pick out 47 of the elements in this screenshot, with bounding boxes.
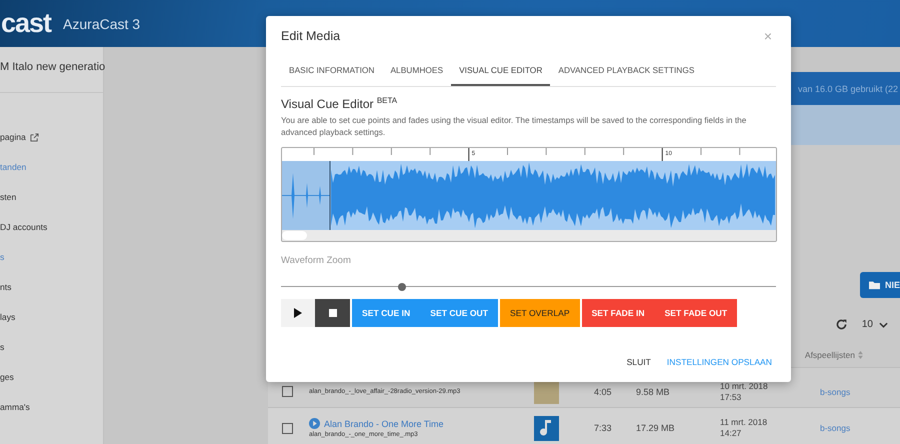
cue-action-button[interactable]: SET FADE OUT	[654, 299, 738, 327]
folder-icon	[869, 280, 880, 290]
waveform-zoom-label: Waveform Zoom	[281, 255, 352, 266]
chevron-down-icon	[879, 322, 888, 328]
cue-action-button[interactable]: SET OVERLAP	[500, 299, 580, 327]
section-heading: Visual Cue Editor $^{BETA}$	[281, 96, 398, 111]
horizontal-scrollbar[interactable]	[282, 230, 776, 241]
row-checkbox[interactable]	[282, 386, 293, 397]
sort-icon	[858, 350, 863, 358]
refresh-icon[interactable]	[834, 318, 848, 331]
tab[interactable]: VISUAL CUE EDITOR	[451, 56, 550, 86]
zoom-slider-thumb[interactable]	[398, 282, 406, 290]
stop-icon	[328, 309, 336, 317]
dialog-title: Edit Media	[281, 29, 340, 43]
external-link-icon	[30, 133, 39, 142]
play-button[interactable]	[281, 299, 315, 327]
logo-text: cast	[0, 8, 52, 39]
duration-text: 7:33	[594, 423, 613, 433]
dialog-footer-button[interactable]: SLUIT	[622, 353, 655, 371]
sidebar-item[interactable]: s	[0, 341, 103, 371]
sidebar-item[interactable]: ges	[0, 371, 103, 401]
sidebar-item[interactable]: DJ accounts	[0, 221, 103, 251]
play-circle-icon[interactable]	[309, 418, 320, 429]
station-name: M Italo new generatio	[0, 60, 106, 74]
cue-action-button[interactable]: SET FADE IN	[582, 299, 655, 327]
tab[interactable]: ADVANCED PLAYBACK SETTINGS	[550, 56, 702, 86]
row-checkbox[interactable]	[282, 422, 293, 434]
per-page-dropdown[interactable]: 10	[862, 319, 888, 330]
tab[interactable]: BASIC INFORMATION	[281, 56, 382, 86]
duration-text: 4:05	[594, 386, 613, 396]
stop-button[interactable]	[315, 299, 350, 327]
music-note-icon	[534, 416, 559, 440]
sidebar-item[interactable]: nts	[0, 281, 103, 311]
file-size-text: 17.29 MB	[636, 422, 676, 435]
tab[interactable]: ALBUMHOES	[382, 56, 452, 86]
play-icon	[294, 308, 302, 318]
storage-text: van 16.0 GB gebruikt (22	[798, 84, 898, 94]
sidebar-item[interactable]: sten	[0, 191, 103, 221]
new-folder-button[interactable]: NIE	[860, 272, 900, 298]
sidebar-item[interactable]: lays	[0, 311, 103, 341]
version-text: AzuraCast 3	[63, 16, 140, 32]
date-text: 10 mrt. 2018 17:53	[720, 380, 769, 402]
date-text: 11 mrt. 2018 14:27	[720, 417, 768, 439]
sidebar-item[interactable]: pagina	[0, 131, 103, 161]
description-text: You are able to set cue points and fades using the visual editor. The timestamps will be saved to the corresponding fields in the advanced playback settings.	[281, 114, 748, 138]
file-size-text: 9.58 MB	[636, 386, 671, 398]
sidebar-item[interactable]: amma's	[0, 401, 103, 431]
